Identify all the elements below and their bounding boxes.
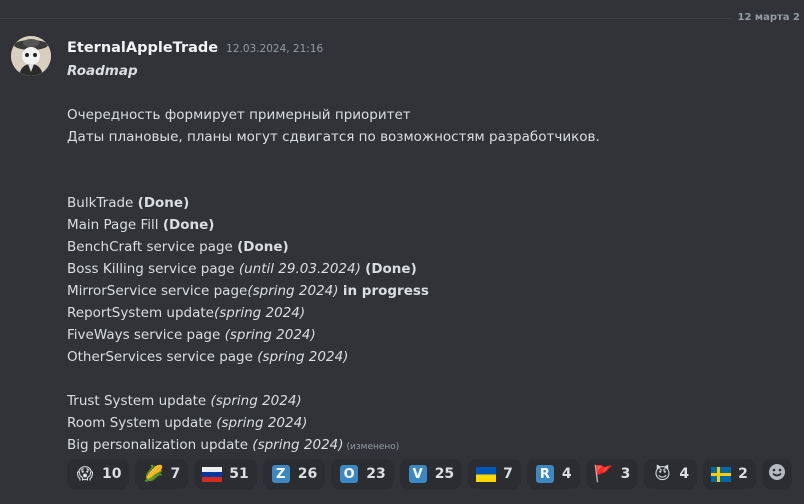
roadmap-item: OtherServices service page (spring 2024)	[67, 346, 797, 368]
roadmap-item-date: (spring 2024)	[210, 393, 302, 409]
roadmap-list-secondary: Trust System update (spring 2024) Room Sy…	[67, 390, 797, 458]
reaction-count: 51	[229, 466, 249, 482]
intro-line-2: Даты плановые, планы могут сдвигатся по …	[67, 129, 600, 145]
date-divider-line	[0, 18, 804, 19]
russia-flag-emoji	[202, 464, 223, 484]
roadmap-item-name: Boss Killing service page	[67, 261, 235, 277]
reaction-button[interactable]: 51	[194, 459, 257, 489]
scream-emoji: 😱	[76, 464, 94, 483]
roadmap-item-name: MirrorService service page	[67, 283, 248, 299]
reactions-bar: 😱 10 🌽 7 51 Z 26 O 23 V 25 7 R 4 🚩 3 😈 4 2	[67, 459, 792, 489]
roadmap-item-name: Big personalization update	[67, 437, 248, 453]
ukraine-flag-emoji	[476, 464, 497, 484]
reaction-count: 7	[170, 466, 181, 482]
roadmap-item-date: (spring 2024)	[247, 283, 339, 299]
roadmap-item-date: (spring 2024)	[213, 305, 306, 321]
reaction-button[interactable]: 7	[468, 459, 521, 489]
letter-z-emoji-glyph: Z	[271, 465, 290, 483]
message-title: Roadmap	[67, 63, 138, 79]
roadmap-item: Trust System update (spring 2024)	[67, 390, 797, 412]
roadmap-item-date: (spring 2024)	[257, 349, 349, 365]
reaction-button[interactable]: 2	[703, 459, 756, 489]
roadmap-item-name: FiveWays service page	[67, 327, 221, 343]
roadmap-item-name: ReportSystem update	[67, 305, 214, 321]
roadmap-item-name: BenchCraft service page	[67, 239, 233, 255]
roadmap-item: MirrorService service page(spring 2024) …	[67, 280, 797, 302]
avatar-image	[11, 36, 51, 76]
reaction-count: 7	[503, 466, 513, 482]
roadmap-item-date: (spring 2024)	[216, 415, 308, 431]
reaction-count: 4	[561, 466, 572, 482]
roadmap-item-status: (Done)	[162, 217, 215, 233]
roadmap-item-name: Room System update	[67, 415, 212, 431]
roadmap-item-name: OtherServices service page	[67, 349, 253, 365]
intro-line-1: Очередность формирует примерный приорите…	[67, 107, 411, 123]
sweden-flag-emoji	[711, 464, 732, 484]
roadmap-item-name: Main Page Fill	[67, 217, 159, 233]
reaction-button[interactable]: 😈 4	[644, 459, 698, 489]
roadmap-item-status: (Done)	[365, 261, 417, 277]
roadmap-item: Big personalization update (spring 2024)…	[67, 434, 797, 458]
roadmap-item: Boss Killing service page (until 29.03.2…	[67, 258, 797, 280]
smiling-imp-emoji: 😈	[654, 464, 671, 483]
reaction-button[interactable]: 🌽 7	[135, 459, 189, 489]
letter-r-emoji: R	[535, 464, 555, 484]
roadmap-item-name: BulkTrade	[67, 195, 134, 211]
roadmap-item: FiveWays service page (spring 2024)	[67, 324, 797, 346]
message-timestamp[interactable]: 12.03.2024, 21:16	[226, 43, 323, 55]
avatar[interactable]	[11, 36, 51, 76]
letter-v-emoji-glyph: V	[408, 465, 427, 483]
author-name[interactable]: EternalAppleTrade	[67, 36, 218, 60]
roadmap-item: Main Page Fill (Done)	[67, 214, 797, 236]
add-reaction-icon	[767, 462, 787, 486]
roadmap-item-name: Trust System update	[67, 393, 207, 409]
edited-label: (изменено)	[346, 442, 400, 452]
reaction-button[interactable]: R4	[526, 459, 580, 489]
letter-o-emoji-glyph: O	[340, 465, 359, 483]
roadmap-item-date: (until 29.03.2024)	[238, 261, 361, 277]
date-divider-label: 12 марта 2	[731, 10, 804, 26]
reaction-count: 2	[738, 466, 748, 482]
letter-r-emoji-glyph: R	[535, 465, 554, 483]
add-reaction-button[interactable]	[761, 459, 792, 489]
reaction-count: 4	[679, 466, 690, 482]
reaction-button[interactable]: Z 26	[262, 459, 326, 489]
roadmap-list-primary: BulkTrade (Done) Main Page Fill (Done) Ben…	[67, 192, 797, 368]
corn-emoji: 🌽	[143, 464, 164, 483]
roadmap-item-status: in progress	[342, 283, 429, 299]
reaction-count: 26	[297, 466, 318, 482]
letter-o-emoji: O	[339, 464, 359, 484]
reaction-button[interactable]: 😱 10	[67, 459, 130, 489]
roadmap-item: Room System update (spring 2024)	[67, 412, 797, 434]
letter-z-emoji: Z	[271, 464, 291, 484]
reaction-button[interactable]: O 23	[331, 459, 394, 489]
reaction-count: 3	[620, 466, 631, 482]
roadmap-item-status: (Done)	[237, 239, 289, 255]
roadmap-item: BulkTrade (Done)	[67, 192, 797, 214]
reaction-count: 25	[434, 466, 455, 482]
roadmap-item: ReportSystem update(spring 2024)	[67, 302, 797, 324]
reaction-button[interactable]: V 25	[399, 459, 463, 489]
roadmap-item-status: (Done)	[137, 195, 190, 211]
triangular-flag-emoji: 🚩	[593, 464, 614, 483]
roadmap-item-date: (spring 2024)	[224, 327, 316, 343]
reaction-button[interactable]: 🚩 3	[585, 459, 639, 489]
roadmap-item-date: (spring 2024)	[252, 437, 344, 453]
reaction-count: 23	[366, 466, 386, 482]
reaction-count: 10	[102, 466, 122, 482]
roadmap-item: BenchCraft service page (Done)	[67, 236, 797, 258]
letter-v-emoji: V	[408, 464, 428, 484]
